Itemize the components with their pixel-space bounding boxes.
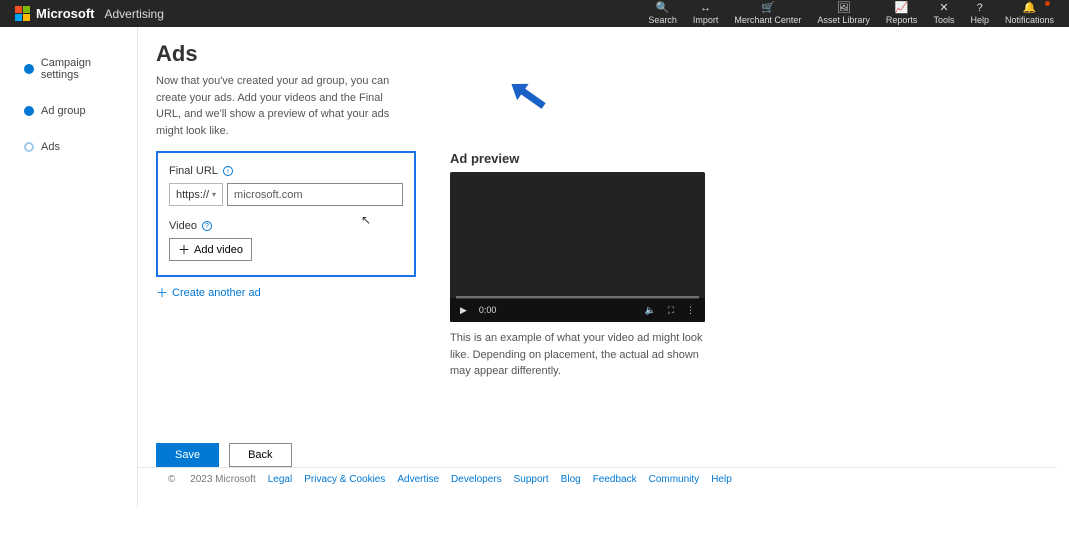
step-campaign-settings[interactable]: Campaign settings bbox=[24, 57, 129, 81]
nav-help[interactable]: ? Help bbox=[970, 3, 989, 27]
preview-title: Ad preview bbox=[450, 151, 708, 166]
nav-notifications[interactable]: 🔔 Notifications bbox=[1005, 3, 1054, 27]
step-label: Ad group bbox=[41, 105, 86, 117]
brand: Microsoft Advertising bbox=[15, 6, 164, 21]
chart-icon: 📈 bbox=[895, 3, 909, 14]
footer-link-support[interactable]: Support bbox=[514, 474, 549, 485]
footer-link-advertise[interactable]: Advertise bbox=[397, 474, 439, 485]
plus-icon: ＋ bbox=[178, 244, 190, 256]
ad-card: Final URL i https:// ▾ Video ? bbox=[156, 151, 416, 277]
brand-product: Advertising bbox=[105, 7, 164, 21]
info-icon[interactable]: ? bbox=[202, 221, 212, 231]
create-another-ad-link[interactable]: ＋ Create another ad bbox=[156, 287, 261, 299]
step-label: Campaign settings bbox=[41, 57, 129, 81]
volume-icon[interactable]: 🔈 bbox=[644, 305, 655, 316]
microsoft-logo-icon bbox=[15, 6, 30, 21]
button-label: Add video bbox=[194, 244, 243, 256]
nav-asset-library[interactable]: 🖼 Asset Library bbox=[817, 3, 870, 27]
protocol-select[interactable]: https:// ▾ bbox=[169, 183, 223, 206]
step-done-icon bbox=[24, 106, 34, 116]
ad-preview: Ad preview ▶ 0:00 🔈 ⛶ ⋮ This is an examp… bbox=[450, 151, 708, 380]
nav-label: Notifications bbox=[1005, 16, 1054, 25]
nav-reports[interactable]: 📈 Reports bbox=[886, 3, 918, 27]
top-nav-actions: 🔍 Search ↔ Import 🛒 Merchant Center 🖼 Asset … bbox=[648, 0, 1054, 27]
link-label: Create another ad bbox=[172, 287, 261, 299]
nav-tools[interactable]: ✕ Tools bbox=[933, 3, 954, 27]
footer-link-blog[interactable]: Blog bbox=[561, 474, 581, 485]
footer-link-legal[interactable]: Legal bbox=[268, 474, 292, 485]
footer-link-developers[interactable]: Developers bbox=[451, 474, 502, 485]
page-intro: Now that you've created your ad group, y… bbox=[156, 73, 396, 139]
import-icon: ↔ bbox=[700, 3, 711, 14]
footer: © 2023 Microsoft Legal Privacy & Cookies… bbox=[138, 467, 1057, 491]
nav-search[interactable]: 🔍 Search bbox=[648, 3, 677, 27]
label-text: Video bbox=[169, 220, 197, 232]
page-title: Ads bbox=[156, 41, 1041, 67]
nav-label: Import bbox=[693, 16, 719, 25]
player-time: 0:00 bbox=[479, 305, 497, 315]
save-button[interactable]: Save bbox=[156, 443, 219, 467]
bell-icon: 🔔 bbox=[1023, 3, 1037, 14]
chevron-down-icon: ▾ bbox=[212, 190, 216, 199]
add-video-button[interactable]: ＋ Add video bbox=[169, 238, 252, 261]
info-icon[interactable]: i bbox=[223, 166, 233, 176]
footer-link-privacy[interactable]: Privacy & Cookies bbox=[304, 474, 385, 485]
nav-merchant-center[interactable]: 🛒 Merchant Center bbox=[734, 3, 801, 27]
annotation-arrow-icon bbox=[520, 88, 545, 109]
step-done-icon bbox=[24, 64, 34, 74]
video-player[interactable]: ▶ 0:00 🔈 ⛶ ⋮ bbox=[450, 172, 705, 322]
wizard-steps: Campaign settings Ad group Ads bbox=[0, 27, 138, 507]
wrench-icon: ✕ bbox=[939, 3, 948, 14]
notification-dot bbox=[1045, 1, 1050, 6]
help-icon: ? bbox=[977, 3, 983, 14]
step-current-icon bbox=[24, 142, 34, 152]
brand-name: Microsoft bbox=[36, 6, 95, 21]
image-icon: 🖼 bbox=[837, 3, 851, 14]
plus-icon: ＋ bbox=[156, 287, 168, 299]
video-label: Video ? bbox=[169, 220, 403, 232]
copyright: 2023 Microsoft bbox=[190, 474, 256, 485]
label-text: Final URL bbox=[169, 165, 218, 177]
protocol-value: https:// bbox=[176, 189, 209, 201]
step-label: Ads bbox=[41, 141, 60, 153]
footer-link-feedback[interactable]: Feedback bbox=[593, 474, 637, 485]
nav-label: Help bbox=[970, 16, 989, 25]
nav-import[interactable]: ↔ Import bbox=[693, 3, 719, 27]
cart-icon: 🛒 bbox=[761, 3, 775, 14]
search-icon: 🔍 bbox=[656, 3, 670, 14]
step-ads[interactable]: Ads bbox=[24, 141, 129, 153]
nav-label: Search bbox=[648, 16, 677, 25]
main-content: Ads Now that you've created your ad grou… bbox=[138, 27, 1069, 507]
final-url-input[interactable] bbox=[227, 183, 403, 206]
action-bar: Save Back bbox=[138, 443, 1069, 467]
step-ad-group[interactable]: Ad group bbox=[24, 105, 129, 117]
nav-label: Asset Library bbox=[817, 16, 870, 25]
player-controls: ▶ 0:00 🔈 ⛶ ⋮ bbox=[450, 298, 705, 322]
back-button[interactable]: Back bbox=[229, 443, 291, 467]
play-icon[interactable]: ▶ bbox=[460, 305, 467, 316]
nav-label: Tools bbox=[933, 16, 954, 25]
preview-description: This is an example of what your video ad… bbox=[450, 330, 708, 380]
nav-label: Merchant Center bbox=[734, 16, 801, 25]
more-icon[interactable]: ⋮ bbox=[686, 305, 695, 316]
top-nav: Microsoft Advertising 🔍 Search ↔ Import 🛒 M… bbox=[0, 0, 1069, 27]
fullscreen-icon[interactable]: ⛶ bbox=[668, 305, 674, 316]
footer-link-community[interactable]: Community bbox=[649, 474, 700, 485]
footer-link-help[interactable]: Help bbox=[711, 474, 732, 485]
nav-label: Reports bbox=[886, 16, 918, 25]
final-url-label: Final URL i bbox=[169, 165, 403, 177]
